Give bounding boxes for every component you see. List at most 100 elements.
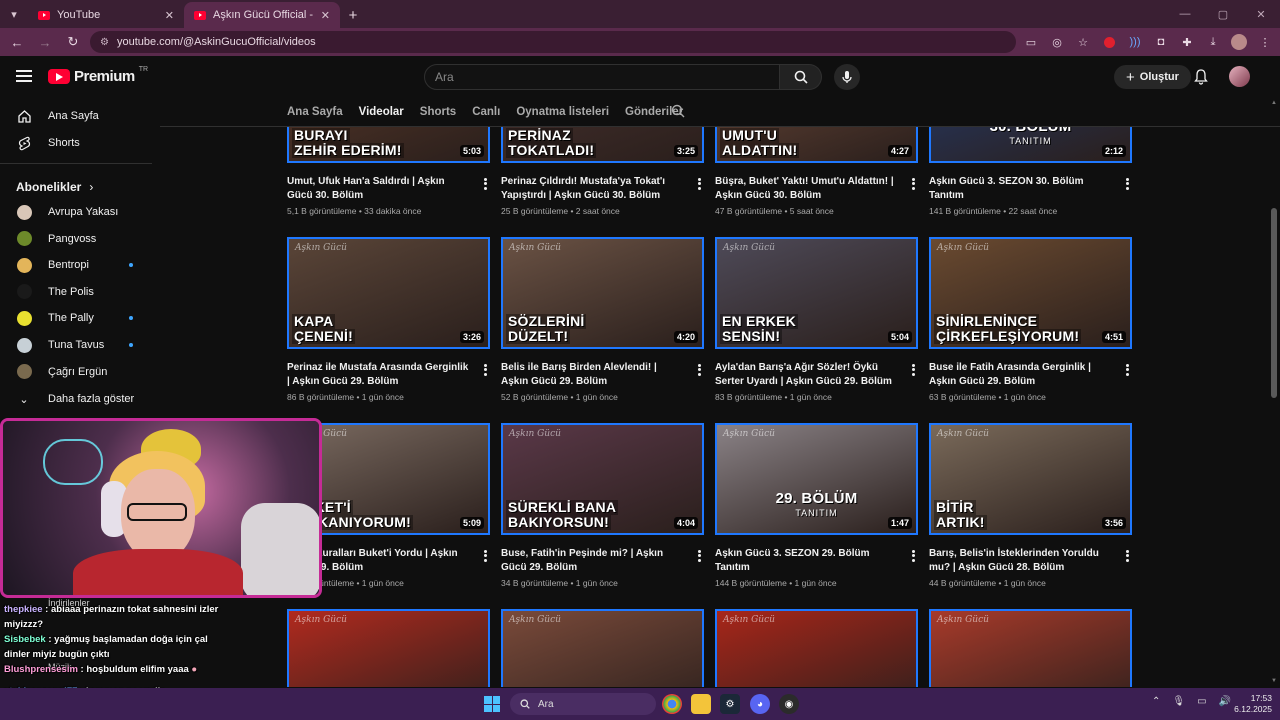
video-thumbnail[interactable]: Aşkın Gücü 29. BÖLÜM TANITIM 1:47	[715, 423, 918, 535]
video-title[interactable]: Perinaz ile Mustafa Arasında Gerginlik |…	[287, 361, 472, 388]
video-title[interactable]: Perinaz Çıldırdı! Mustafa'ya Tokat'ı Yap…	[501, 175, 686, 202]
chat-username: Blushprensesim	[4, 664, 78, 675]
tab-0[interactable]: Ana Sayfa	[287, 98, 343, 126]
tab-search-icon[interactable]: ▾	[0, 0, 28, 28]
scroll-down-icon[interactable]: ▼	[1271, 678, 1277, 684]
notifications-button[interactable]	[1190, 66, 1212, 88]
browser-tab-askin-gucu[interactable]: Aşkın Gücü Official - YouTube ✕	[184, 2, 340, 28]
video-title[interactable]: Aşkın Gücü 3. SEZON 30. Bölüm Tanıtım	[929, 175, 1114, 202]
bookmark-star-icon[interactable]: ☆	[1074, 33, 1092, 51]
video-thumbnail[interactable]: Aşkın Gücü SİNİRLENİNCE ÇİRKEFLEŞİYORUM! 4:…	[929, 237, 1132, 349]
sidebar-item-home[interactable]: Ana Sayfa	[0, 103, 150, 129]
search-button[interactable]	[780, 64, 822, 90]
tab-close-icon[interactable]: ✕	[165, 9, 174, 22]
video-thumbnail[interactable]: Aşkın GücüBURAYIZEHİR EDERİM!5:03	[287, 127, 490, 163]
video-thumbnail[interactable]: Aşkın Gücü30. BÖLÜMTANITIM2:12	[929, 127, 1132, 163]
tab-close-icon[interactable]: ✕	[321, 9, 330, 22]
page-scrollbar[interactable]: ▲ ▼	[1270, 98, 1278, 688]
cast-icon[interactable]: ▭	[1022, 33, 1040, 51]
video-thumbnail[interactable]: Aşkın GücüUMUT'UALDATTIN!4:27	[715, 127, 918, 163]
back-button[interactable]: ←	[6, 31, 28, 53]
address-bar[interactable]: ⚙ youtube.com/@AskinGucuOfficial/videos	[90, 31, 1016, 53]
tab-1[interactable]: Videolar	[359, 98, 404, 126]
scrollbar-thumb[interactable]	[1271, 208, 1277, 398]
video-thumbnail[interactable]: Aşkın Gücü SÖZLERİNİ DÜZELT! 4:20	[501, 237, 704, 349]
site-info-icon[interactable]: ⚙	[100, 37, 109, 48]
close-window-icon[interactable]: ✕	[1242, 8, 1280, 21]
taskbar-clock[interactable]: 17:53 6.12.2025	[1230, 693, 1272, 715]
video-title[interactable]: Buse ile Fatih Arasında Gerginlik | Aşkı…	[929, 361, 1114, 388]
youtube-premium-logo[interactable]: Premium TR	[48, 66, 148, 85]
more-actions-icon[interactable]	[695, 363, 703, 377]
video-thumbnail[interactable]: Aşkın Gücü	[715, 609, 918, 687]
caption-line: ARTIK!	[934, 514, 987, 530]
extension-icon[interactable]: ◘	[1152, 33, 1170, 51]
plus-icon: +	[1126, 68, 1135, 86]
eye-off-icon[interactable]: ◎	[1048, 33, 1066, 51]
youtube-play-icon	[48, 69, 70, 84]
restore-icon[interactable]: ▢	[1204, 8, 1242, 21]
show-watermark: Aşkın Gücü	[295, 243, 347, 253]
video-title[interactable]: Umut, Ufuk Han'a Saldırdı | Aşkın Gücü 3…	[287, 175, 472, 202]
video-thumbnail[interactable]: Aşkın Gücü SÜREKLİ BANA BAKIYORSUN! 4:04	[501, 423, 704, 535]
search-input[interactable]	[424, 64, 780, 90]
profile-avatar[interactable]	[1230, 33, 1248, 51]
more-actions-icon[interactable]	[1123, 363, 1131, 377]
video-title[interactable]: Buse, Fatih'in Peşinde mi? | Aşkın Gücü …	[501, 547, 686, 574]
more-actions-icon[interactable]	[481, 363, 489, 377]
chat-username: Sisbebek	[4, 634, 46, 645]
taskbar-search[interactable]: Ara	[510, 693, 656, 715]
video-thumbnail[interactable]: Aşkın Gücü	[501, 609, 704, 687]
video-title[interactable]: Ayla'dan Barış'a Ağır Sözler! Öykü Serte…	[715, 361, 900, 388]
audio-extension-icon[interactable]: )))	[1126, 33, 1144, 51]
tray-expand-icon[interactable]: ⌃	[1152, 696, 1160, 707]
network-icon[interactable]: ▭	[1197, 696, 1206, 707]
more-actions-icon[interactable]	[909, 177, 917, 191]
windows-start-icon[interactable]	[484, 696, 500, 712]
tab-4[interactable]: Oynatma listeleri	[516, 98, 609, 126]
more-actions-icon[interactable]	[909, 549, 917, 563]
extensions-puzzle-icon[interactable]: ✚	[1178, 33, 1196, 51]
file-explorer-icon[interactable]	[691, 694, 711, 714]
video-title[interactable]: Büşra, Buket' Yaktı! Umut'u Aldattın! | …	[715, 175, 900, 202]
more-actions-icon[interactable]	[695, 549, 703, 563]
minimize-icon[interactable]: —	[1166, 8, 1204, 20]
video-thumbnail[interactable]: Aşkın Gücü KAPA ÇENENİ! 3:26	[287, 237, 490, 349]
more-actions-icon[interactable]	[481, 549, 489, 563]
record-extension-icon[interactable]	[1100, 33, 1118, 51]
more-actions-icon[interactable]	[909, 363, 917, 377]
create-button[interactable]: + Oluştur	[1114, 65, 1191, 89]
scroll-up-icon[interactable]: ▲	[1271, 100, 1277, 106]
download-icon[interactable]: ⤓	[1204, 33, 1222, 51]
menu-icon[interactable]	[16, 70, 32, 82]
discord-icon[interactable]: ◕	[750, 694, 770, 714]
channel-search-icon[interactable]	[671, 104, 687, 120]
tab-2[interactable]: Shorts	[420, 98, 456, 126]
tab-3[interactable]: Canlı	[472, 98, 500, 126]
browser-menu-icon[interactable]: ⋮	[1256, 33, 1274, 51]
new-tab-button[interactable]: +	[340, 2, 366, 28]
account-avatar[interactable]	[1229, 66, 1250, 87]
more-actions-icon[interactable]	[1123, 177, 1131, 191]
reload-button[interactable]: ↻	[62, 31, 84, 53]
video-thumbnail[interactable]: Aşkın GücüPERİNAZTOKATLADI!3:25	[501, 127, 704, 163]
video-thumbnail[interactable]: Aşkın Gücü EN ERKEK SENSİN! 5:04	[715, 237, 918, 349]
microphone-tray-icon[interactable]: 🎙	[1172, 696, 1185, 707]
more-actions-icon[interactable]	[1123, 549, 1131, 563]
obs-icon[interactable]: ◉	[779, 694, 799, 714]
video-thumbnail[interactable]: Aşkın Gücü	[929, 609, 1132, 687]
more-actions-icon[interactable]	[695, 177, 703, 191]
more-actions-icon[interactable]	[481, 177, 489, 191]
voice-search-button[interactable]	[834, 64, 860, 90]
video-title[interactable]: Belis ile Barış Birden Alevlendi! | Aşkı…	[501, 361, 686, 388]
browser-tab-youtube[interactable]: YouTube ✕	[28, 2, 184, 28]
video-title[interactable]: Aşkın Gücü 3. SEZON 29. Bölüm Tanıtım	[715, 547, 900, 574]
video-duration: 4:04	[673, 517, 698, 529]
video-thumbnail[interactable]: Aşkın Gücü BİTİR ARTIK! 3:56	[929, 423, 1132, 535]
forward-button[interactable]: →	[34, 31, 56, 53]
steam-icon[interactable]: ⚙	[720, 694, 740, 714]
video-duration: 2:12	[1101, 145, 1126, 157]
chrome-icon[interactable]	[662, 694, 682, 714]
video-metadata: 63 B görüntüleme • 1 gün önce	[929, 392, 1046, 402]
video-title[interactable]: Barış, Belis'in İsteklerinden Yoruldu mu…	[929, 547, 1114, 574]
